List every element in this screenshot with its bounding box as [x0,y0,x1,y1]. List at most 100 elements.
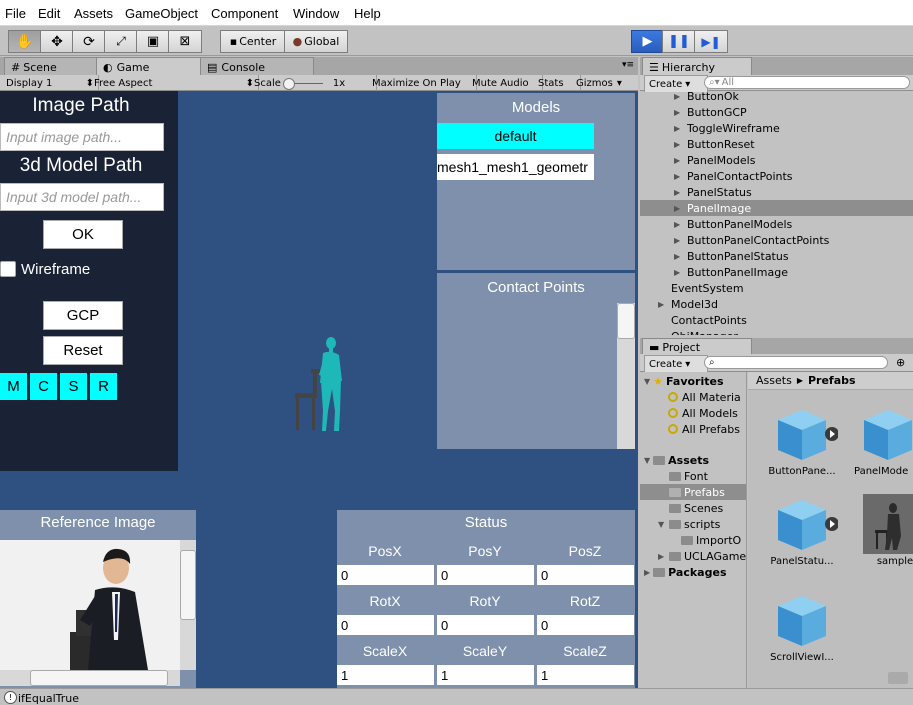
expand-arrow-icon[interactable]: ▶ [674,140,684,149]
favorites-header[interactable]: ▼ ★ Favorites [644,373,724,389]
maximize-on-play-toggle[interactable]: Maximize On Play [368,75,477,91]
gcp-button[interactable]: GCP [43,301,123,330]
menu-help[interactable]: Help [354,6,381,21]
display-dropdown[interactable]: Display 1 ⬍ [2,75,99,91]
transform-tool-button[interactable]: ⊠ [168,30,202,53]
project-search-input[interactable]: ⌕ [704,356,888,369]
contact-points-scrollbar[interactable] [617,303,635,449]
scale-slider-thumb[interactable] [282,77,295,90]
zoom-slider[interactable] [888,672,908,684]
menu-component[interactable]: Component [211,6,278,21]
packages-header[interactable]: ▶ Packages [644,564,727,580]
pause-button[interactable]: ❚❚ [662,30,696,53]
favorite-all-models[interactable]: All Models [668,405,738,421]
scale-slider[interactable]: Scale 1x [250,75,377,91]
scaley-field[interactable]: 1 [437,665,534,685]
menu-gameobject[interactable]: GameObject [125,6,198,21]
asset-sample[interactable]: sample [863,494,913,574]
panel-status-button[interactable]: S [60,373,87,400]
hierarchy-item[interactable]: ▶ ButtonReset [640,136,913,152]
model-path-input[interactable]: Input 3d model path... [0,183,164,211]
tab-console[interactable]: ▤ Console [200,57,314,76]
panel-contact-points-button[interactable]: C [30,373,57,400]
hierarchy-item[interactable]: ▶ PanelModels [640,152,913,168]
expand-arrow-icon[interactable]: ▶ [674,108,684,117]
expand-arrow-icon[interactable]: ▶ [674,236,684,245]
posy-field[interactable]: 0 [437,565,534,585]
hierarchy-item[interactable]: ▶ Model3d [640,296,913,312]
hierarchy-item[interactable]: ▶ PanelStatus [640,184,913,200]
expand-arrow-icon[interactable]: ▶ [674,124,684,133]
hierarchy-item[interactable]: ObjManager [640,328,913,336]
status-message[interactable]: ifEqualTrue [18,692,79,705]
roty-field[interactable]: 0 [437,615,534,635]
expand-arrow-icon[interactable]: ▼ [658,520,666,529]
hierarchy-item[interactable]: ▶ ToggleWireframe [640,120,913,136]
asset-folder-item[interactable]: ImportO [670,532,741,548]
scale-slider-track[interactable] [282,77,323,90]
expand-arrow-icon[interactable]: ▶ [674,172,684,181]
menu-assets[interactable]: Assets [74,6,113,21]
filter-icon[interactable]: ⊕ [896,356,905,369]
asset-folder-item[interactable]: ▼ scripts [658,516,720,532]
scale-tool-button[interactable]: ⤢ [104,30,138,53]
hand-tool-button[interactable]: ✋ [8,30,42,53]
step-button[interactable]: ▶❚ [694,30,728,53]
favorite-all-materials[interactable]: All Materia [668,389,741,405]
hierarchy-item[interactable]: ContactPoints [640,312,913,328]
reference-image-vscrollbar[interactable] [180,540,196,670]
expand-arrow-icon[interactable]: ▶ [674,156,684,165]
hierarchy-item[interactable]: ▶ PanelImage [640,200,913,216]
asset-folder-item[interactable]: Scenes [658,500,723,516]
play-button[interactable]: ▶ [631,30,664,53]
expand-arrow-icon[interactable]: ▶ [658,552,666,561]
panel-image-button[interactable]: R [90,373,117,400]
assets-header[interactable]: ▼ Assets [644,452,709,468]
scalez-field[interactable]: 1 [537,665,634,685]
reset-button[interactable]: Reset [43,336,123,365]
hierarchy-item[interactable]: ▶ PanelContactPoints [640,168,913,184]
posx-field[interactable]: 0 [337,565,434,585]
image-path-input[interactable]: Input image path... [0,123,164,151]
asset-folder-item[interactable]: Font [658,468,708,484]
panel-models-button[interactable]: M [0,373,27,400]
hierarchy-item[interactable]: ▶ ButtonGCP [640,104,913,120]
scrollbar-thumb[interactable] [180,550,196,620]
expand-arrow-icon[interactable]: ▶ [674,252,684,261]
pivot-center-button[interactable]: ▪ Center [220,30,286,53]
aspect-dropdown[interactable]: Free Aspect ⬍ [90,75,259,91]
hierarchy-item[interactable]: ▶ ButtonPanelStatus [640,248,913,264]
hierarchy-item[interactable]: ▶ ButtonPanelContactPoints [640,232,913,248]
move-tool-button[interactable]: ✥ [40,30,74,53]
scalex-field[interactable]: 1 [337,665,434,685]
wireframe-checkbox[interactable] [0,261,16,277]
gizmos-dropdown[interactable]: Gizmos ▾ [572,75,640,91]
expand-arrow-icon[interactable]: ▶ [674,188,684,197]
asset-panel-status[interactable]: PanelStatu... [768,494,848,574]
menu-edit[interactable]: Edit [38,6,60,21]
menu-file[interactable]: File [5,6,26,21]
space-global-button[interactable]: ● Global [284,30,348,53]
menu-window[interactable]: Window [293,6,339,21]
tab-game[interactable]: ◐ Game [96,57,210,76]
expand-arrow-icon[interactable]: ▶ [658,300,668,309]
rotate-tool-button[interactable]: ⟳ [72,30,106,53]
hierarchy-item[interactable]: EventSystem [640,280,913,296]
rect-tool-button[interactable]: ▣ [136,30,170,53]
tab-hierarchy[interactable]: ☰ Hierarchy [642,57,752,76]
model-item-mesh[interactable]: mesh1_mesh1_geometr [437,154,594,180]
expand-arrow-icon[interactable]: ▶ [674,220,684,229]
game-view[interactable]: Image Path Input image path... 3d Model … [0,91,638,688]
hierarchy-item[interactable]: ▶ ButtonPanelImage [640,264,913,280]
scrollbar-thumb[interactable] [617,303,635,339]
expand-arrow-icon[interactable]: ▶ [674,268,684,277]
model-item-default[interactable]: default [437,123,594,149]
ok-button[interactable]: OK [43,220,123,249]
asset-folder-item[interactable]: ▶ UCLAGame [658,548,746,564]
posz-field[interactable]: 0 [537,565,634,585]
asset-folder-item[interactable]: Prefabs [640,484,746,500]
scrollbar-thumb[interactable] [30,670,168,686]
asset-panel-models[interactable]: PanelMode [854,404,913,484]
rotx-field[interactable]: 0 [337,615,434,635]
asset-button-panel[interactable]: ButtonPane... [768,404,848,484]
